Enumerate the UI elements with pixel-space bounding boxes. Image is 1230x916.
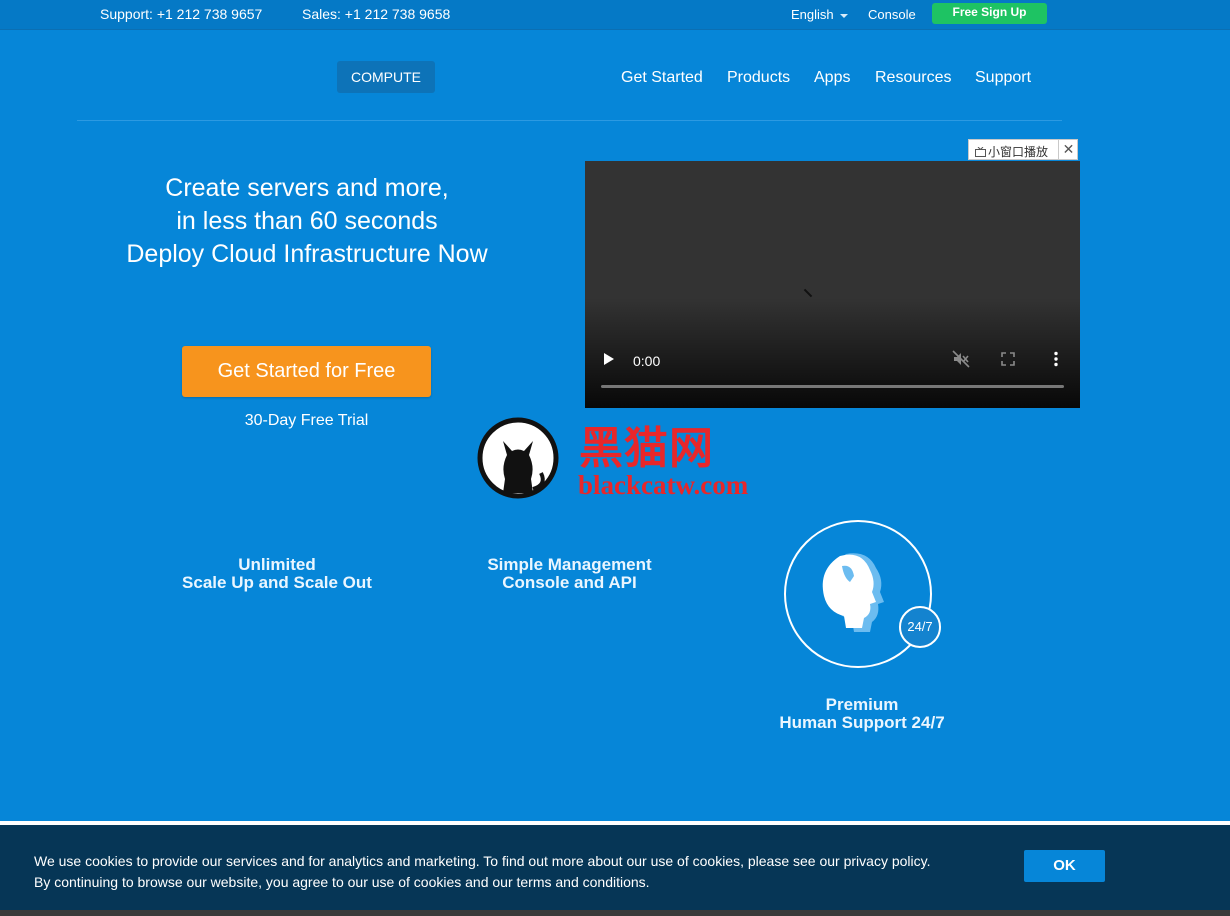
loading-spinner-icon xyxy=(803,288,813,298)
language-label: English xyxy=(791,7,834,22)
mini-window-text: 小窗口播放 xyxy=(988,145,1049,159)
video-progress-bar[interactable] xyxy=(601,385,1064,388)
bottom-strip xyxy=(0,910,1230,916)
nav-item-get-started[interactable]: Get Started xyxy=(621,69,703,87)
sales-phone[interactable]: Sales: +1 212 738 9658 xyxy=(302,6,450,22)
feature-title: Unlimited xyxy=(238,555,316,574)
get-started-free-button[interactable]: Get Started for Free xyxy=(182,346,431,397)
hero-line-2: in less than 60 seconds xyxy=(176,207,438,235)
feature-title: Premium xyxy=(825,695,899,714)
mini-window-play-button[interactable]: 小窗口播放 ✕ xyxy=(968,139,1078,160)
nav-item-apps[interactable]: Apps xyxy=(814,69,850,87)
support-phone[interactable]: Support: +1 212 738 9657 xyxy=(100,6,262,22)
feature-support: Premium Human Support 24/7 xyxy=(757,696,967,732)
mini-window-label: 小窗口播放 xyxy=(975,143,1048,160)
hero-line-3: Deploy Cloud Infrastructure Now xyxy=(126,240,488,268)
cookie-banner: We use cookies to provide our services a… xyxy=(0,821,1230,916)
nav-item-support[interactable]: Support xyxy=(975,69,1031,87)
cookie-message: We use cookies to provide our services a… xyxy=(34,851,930,893)
hero-heading: Create servers and more, in less than 60… xyxy=(107,172,507,271)
chevron-down-icon xyxy=(839,13,848,18)
more-options-icon[interactable] xyxy=(1046,349,1066,369)
feature-management: Simple Management Console and API xyxy=(455,556,684,592)
feature-subtitle: Human Support 24/7 xyxy=(779,713,945,732)
hero-line-1: Create servers and more, xyxy=(165,174,449,202)
black-cat-logo-icon xyxy=(477,417,559,499)
free-trial-note: 30-Day Free Trial xyxy=(244,412,369,429)
free-signup-button[interactable]: Free Sign Up xyxy=(932,3,1047,24)
play-icon[interactable] xyxy=(604,353,614,365)
video-player[interactable]: 0:00 xyxy=(585,161,1080,408)
feature-subtitle: Console and API xyxy=(502,573,637,592)
cookie-line-2: By continuing to browse our website, you… xyxy=(34,874,650,890)
top-bar: Support: +1 212 738 9657 Sales: +1 212 7… xyxy=(0,0,1230,30)
cookie-line-1: We use cookies to provide our services a… xyxy=(34,853,931,869)
support-24-7-badge: 24/7 xyxy=(899,606,941,648)
video-time: 0:00 xyxy=(633,353,661,369)
nav-item-resources[interactable]: Resources xyxy=(875,69,951,87)
mute-icon[interactable] xyxy=(951,349,971,369)
watermark-cn-text: 黑猫网 xyxy=(579,423,714,474)
close-icon[interactable]: ✕ xyxy=(1058,140,1078,159)
watermark-url-text: blackcatw.com xyxy=(578,470,749,500)
nav-item-products[interactable]: Products xyxy=(727,69,790,87)
cookie-ok-button[interactable]: OK xyxy=(1024,850,1105,882)
language-selector[interactable]: English xyxy=(791,7,848,22)
tv-icon xyxy=(975,146,986,157)
feature-title: Simple Management xyxy=(487,555,652,574)
console-link[interactable]: Console xyxy=(868,7,916,22)
feature-scale: Unlimited Scale Up and Scale Out xyxy=(150,556,404,592)
feature-subtitle: Scale Up and Scale Out xyxy=(182,573,372,592)
fullscreen-icon[interactable] xyxy=(998,349,1018,369)
compute-button[interactable]: COMPUTE xyxy=(337,61,435,93)
nav-divider xyxy=(77,120,1062,121)
